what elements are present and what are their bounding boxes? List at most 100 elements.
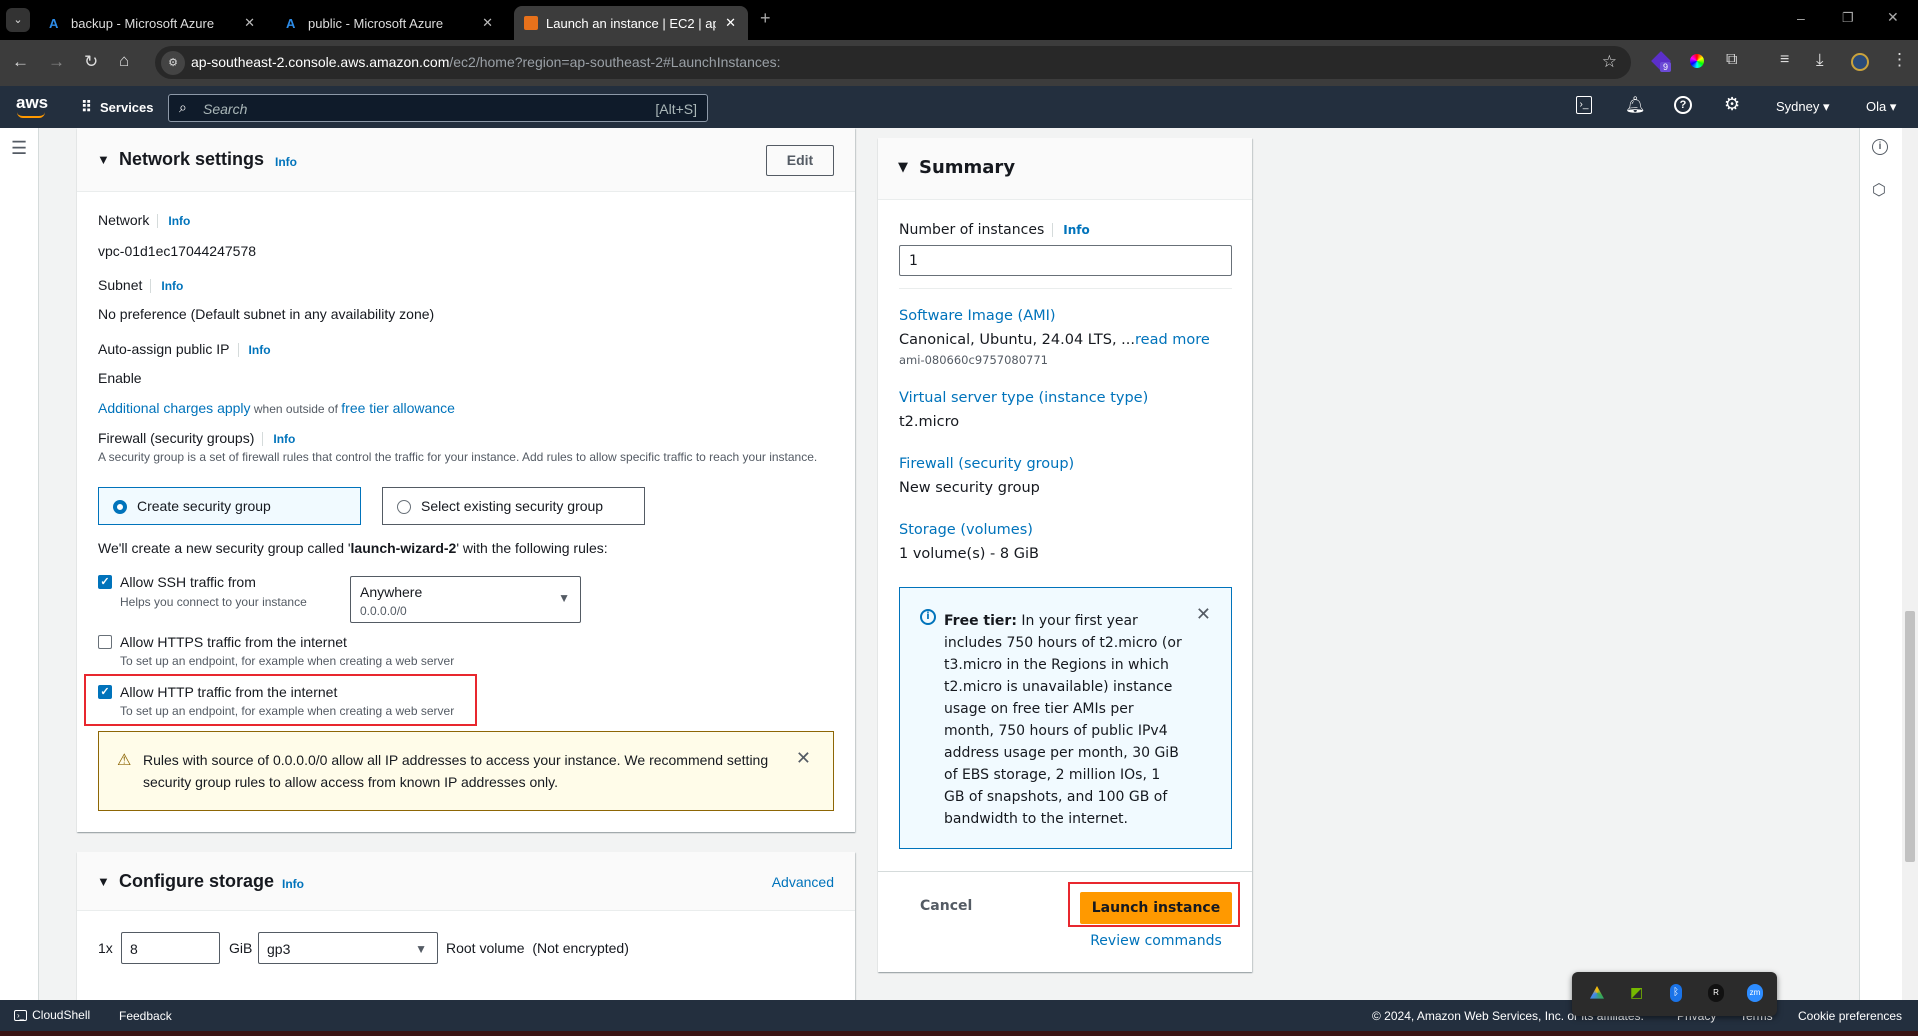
http-checkbox[interactable]: ✓ — [98, 685, 112, 699]
additional-charges-link[interactable]: Additional charges apply — [98, 400, 251, 416]
tab-list-button[interactable]: ⌄ — [6, 8, 30, 32]
info-link[interactable]: Info — [275, 155, 297, 169]
cancel-button[interactable]: Cancel — [920, 898, 972, 914]
feedback-link[interactable]: Feedback — [119, 1009, 172, 1023]
cloudshell-icon[interactable]: ›_ — [1576, 96, 1592, 114]
aws-logo[interactable]: aws — [16, 93, 48, 113]
review-commands-link[interactable]: Review commands — [1080, 933, 1232, 949]
app-tray-icon[interactable]: R — [1708, 984, 1724, 1002]
summary-header: ▼ Summary — [878, 138, 1252, 200]
http-rule-help: To set up an endpoint, for example when … — [120, 704, 455, 718]
page-scrollbar[interactable] — [1902, 128, 1918, 1000]
ssh-checkbox[interactable]: ✓ — [98, 575, 112, 589]
close-tab-icon[interactable]: ✕ — [244, 15, 255, 31]
cloudshell-icon: ›_ — [14, 1009, 28, 1021]
region-selector[interactable]: Sydney ▾ — [1776, 99, 1830, 115]
collapse-caret-icon[interactable]: ▼ — [97, 152, 110, 167]
profile-avatar[interactable] — [1851, 53, 1869, 71]
media-control-icon[interactable]: ≡ — [1780, 51, 1789, 69]
close-tab-icon[interactable]: ✕ — [482, 15, 493, 31]
help-icon[interactable]: ? — [1674, 96, 1692, 114]
grid-icon: ⠿ — [81, 99, 92, 116]
system-tray-popup: ◩ ᛒ R zm — [1572, 972, 1777, 1016]
scrollbar-thumb[interactable] — [1905, 611, 1915, 862]
instances-label: Number of instances Info — [899, 222, 1090, 238]
zoom-icon[interactable]: zm — [1747, 984, 1763, 1002]
size-unit: GiB — [229, 940, 253, 956]
new-tab-button[interactable]: + — [760, 8, 771, 29]
volume-count: 1x — [98, 940, 113, 956]
google-drive-icon[interactable] — [1590, 986, 1604, 999]
volume-description: Root volume (Not encrypted) — [446, 940, 629, 956]
ssh-source-select[interactable]: Anywhere 0.0.0.0/0 ▼ — [350, 576, 581, 623]
tab-public-azure[interactable]: A public - Microsoft Azure ✕ — [276, 6, 505, 40]
firewall-link[interactable]: Firewall (security group) — [899, 456, 1074, 472]
settings-gear-icon[interactable]: ⚙ — [1724, 94, 1740, 115]
cloudshell-button[interactable]: ›_ CloudShell — [14, 1008, 90, 1022]
http-rule-label: Allow HTTP traffic from the internet — [120, 684, 338, 700]
tab-backup-azure[interactable]: A backup - Microsoft Azure ✕ — [39, 6, 267, 40]
services-menu[interactable]: ⠿ Services — [81, 98, 154, 116]
back-icon[interactable]: ← — [12, 52, 29, 72]
dismiss-warning-icon[interactable]: ✕ — [796, 748, 811, 769]
read-more-link[interactable]: read more — [1135, 332, 1210, 348]
summary-panel: ▼ Summary Number of instances Info 1 Soft… — [878, 138, 1252, 972]
open-ip-warning: ⚠ Rules with source of 0.0.0.0/0 allow a… — [98, 731, 834, 811]
nvidia-icon[interactable]: ◩ — [1630, 984, 1643, 1001]
extensions-puzzle-icon[interactable]: ⧉ — [1726, 51, 1737, 69]
account-menu[interactable]: Ola ▾ — [1866, 99, 1896, 115]
free-tier-link[interactable]: free tier allowance — [341, 400, 455, 416]
number-of-instances-input[interactable]: 1 — [899, 245, 1232, 276]
info-link[interactable]: Info — [262, 432, 296, 446]
https-rule-help: To set up an endpoint, for example when … — [120, 654, 455, 668]
free-tier-text: Free tier: In your first year includes 7… — [944, 613, 1182, 827]
close-tab-icon[interactable]: ✕ — [725, 15, 736, 31]
auto-ip-label: Auto-assign public IP Info — [98, 341, 271, 357]
tutorial-icon[interactable]: ⬡ — [1872, 180, 1886, 200]
reload-icon[interactable]: ↻ — [84, 52, 98, 72]
instance-type-link[interactable]: Virtual server type (instance type) — [899, 390, 1148, 406]
browser-menu-icon[interactable]: ⋮ — [1891, 50, 1908, 70]
bluetooth-icon[interactable]: ᛒ — [1670, 984, 1682, 1002]
info-link[interactable]: Info — [150, 279, 184, 293]
info-link[interactable]: Info — [237, 343, 271, 357]
restore-button[interactable]: ❐ — [1842, 10, 1854, 26]
address-bar[interactable]: ⚙ ap-southeast-2.console.aws.amazon.com/… — [155, 46, 1631, 79]
dismiss-alert-icon[interactable]: ✕ — [1196, 604, 1211, 625]
ami-link[interactable]: Software Image (AMI) — [899, 308, 1056, 324]
create-security-group-option[interactable]: Create security group — [98, 487, 361, 525]
radio-unselected-icon — [397, 500, 411, 514]
select-existing-security-group-option[interactable]: Select existing security group — [382, 487, 645, 525]
forward-icon[interactable]: → — [48, 52, 65, 72]
volume-type-select[interactable]: gp3 ▼ — [258, 932, 438, 964]
highlight-box — [84, 674, 477, 726]
search-input[interactable]: ⌕ Search [Alt+S] — [168, 94, 708, 122]
info-panel-icon[interactable]: i — [1872, 139, 1888, 155]
launch-instance-button[interactable]: Launch instance — [1080, 892, 1232, 924]
info-circle-icon: i — [920, 609, 936, 625]
advanced-link[interactable]: Advanced — [772, 874, 834, 890]
ssh-rule-label: Allow SSH traffic from — [120, 574, 256, 590]
info-link[interactable]: Info — [1052, 223, 1090, 237]
charges-note: Additional charges apply when outside of… — [98, 400, 455, 416]
info-link[interactable]: Info — [157, 214, 191, 228]
volume-size-input[interactable]: 8 — [121, 932, 220, 964]
edit-button[interactable]: Edit — [766, 145, 834, 176]
https-checkbox[interactable] — [98, 635, 112, 649]
site-info-icon[interactable]: ⚙ — [161, 51, 185, 75]
browser-tab-bar: ⌄ A backup - Microsoft Azure ✕ A public … — [0, 0, 1918, 40]
bookmark-star-icon[interactable]: ☆ — [1602, 52, 1617, 72]
download-icon[interactable]: ⤓ — [1816, 50, 1824, 70]
tab-launch-instance[interactable]: Launch an instance | EC2 | ap-so ✕ — [514, 6, 748, 40]
home-icon[interactable]: ⌂ — [119, 51, 129, 71]
collapse-caret-icon[interactable]: ▼ — [898, 160, 908, 175]
collapse-caret-icon[interactable]: ▼ — [97, 874, 110, 889]
color-extension-icon[interactable] — [1690, 54, 1704, 68]
notifications-bell-icon[interactable]: 🔔︎ — [1625, 95, 1645, 115]
close-window-button[interactable]: ✕ — [1887, 9, 1899, 26]
hamburger-menu-icon[interactable]: ☰ — [11, 138, 27, 159]
cookie-preferences-link[interactable]: Cookie preferences — [1798, 1009, 1902, 1023]
info-link[interactable]: Info — [282, 877, 304, 891]
storage-link[interactable]: Storage (volumes) — [899, 522, 1033, 538]
minimize-button[interactable]: – — [1797, 10, 1805, 26]
